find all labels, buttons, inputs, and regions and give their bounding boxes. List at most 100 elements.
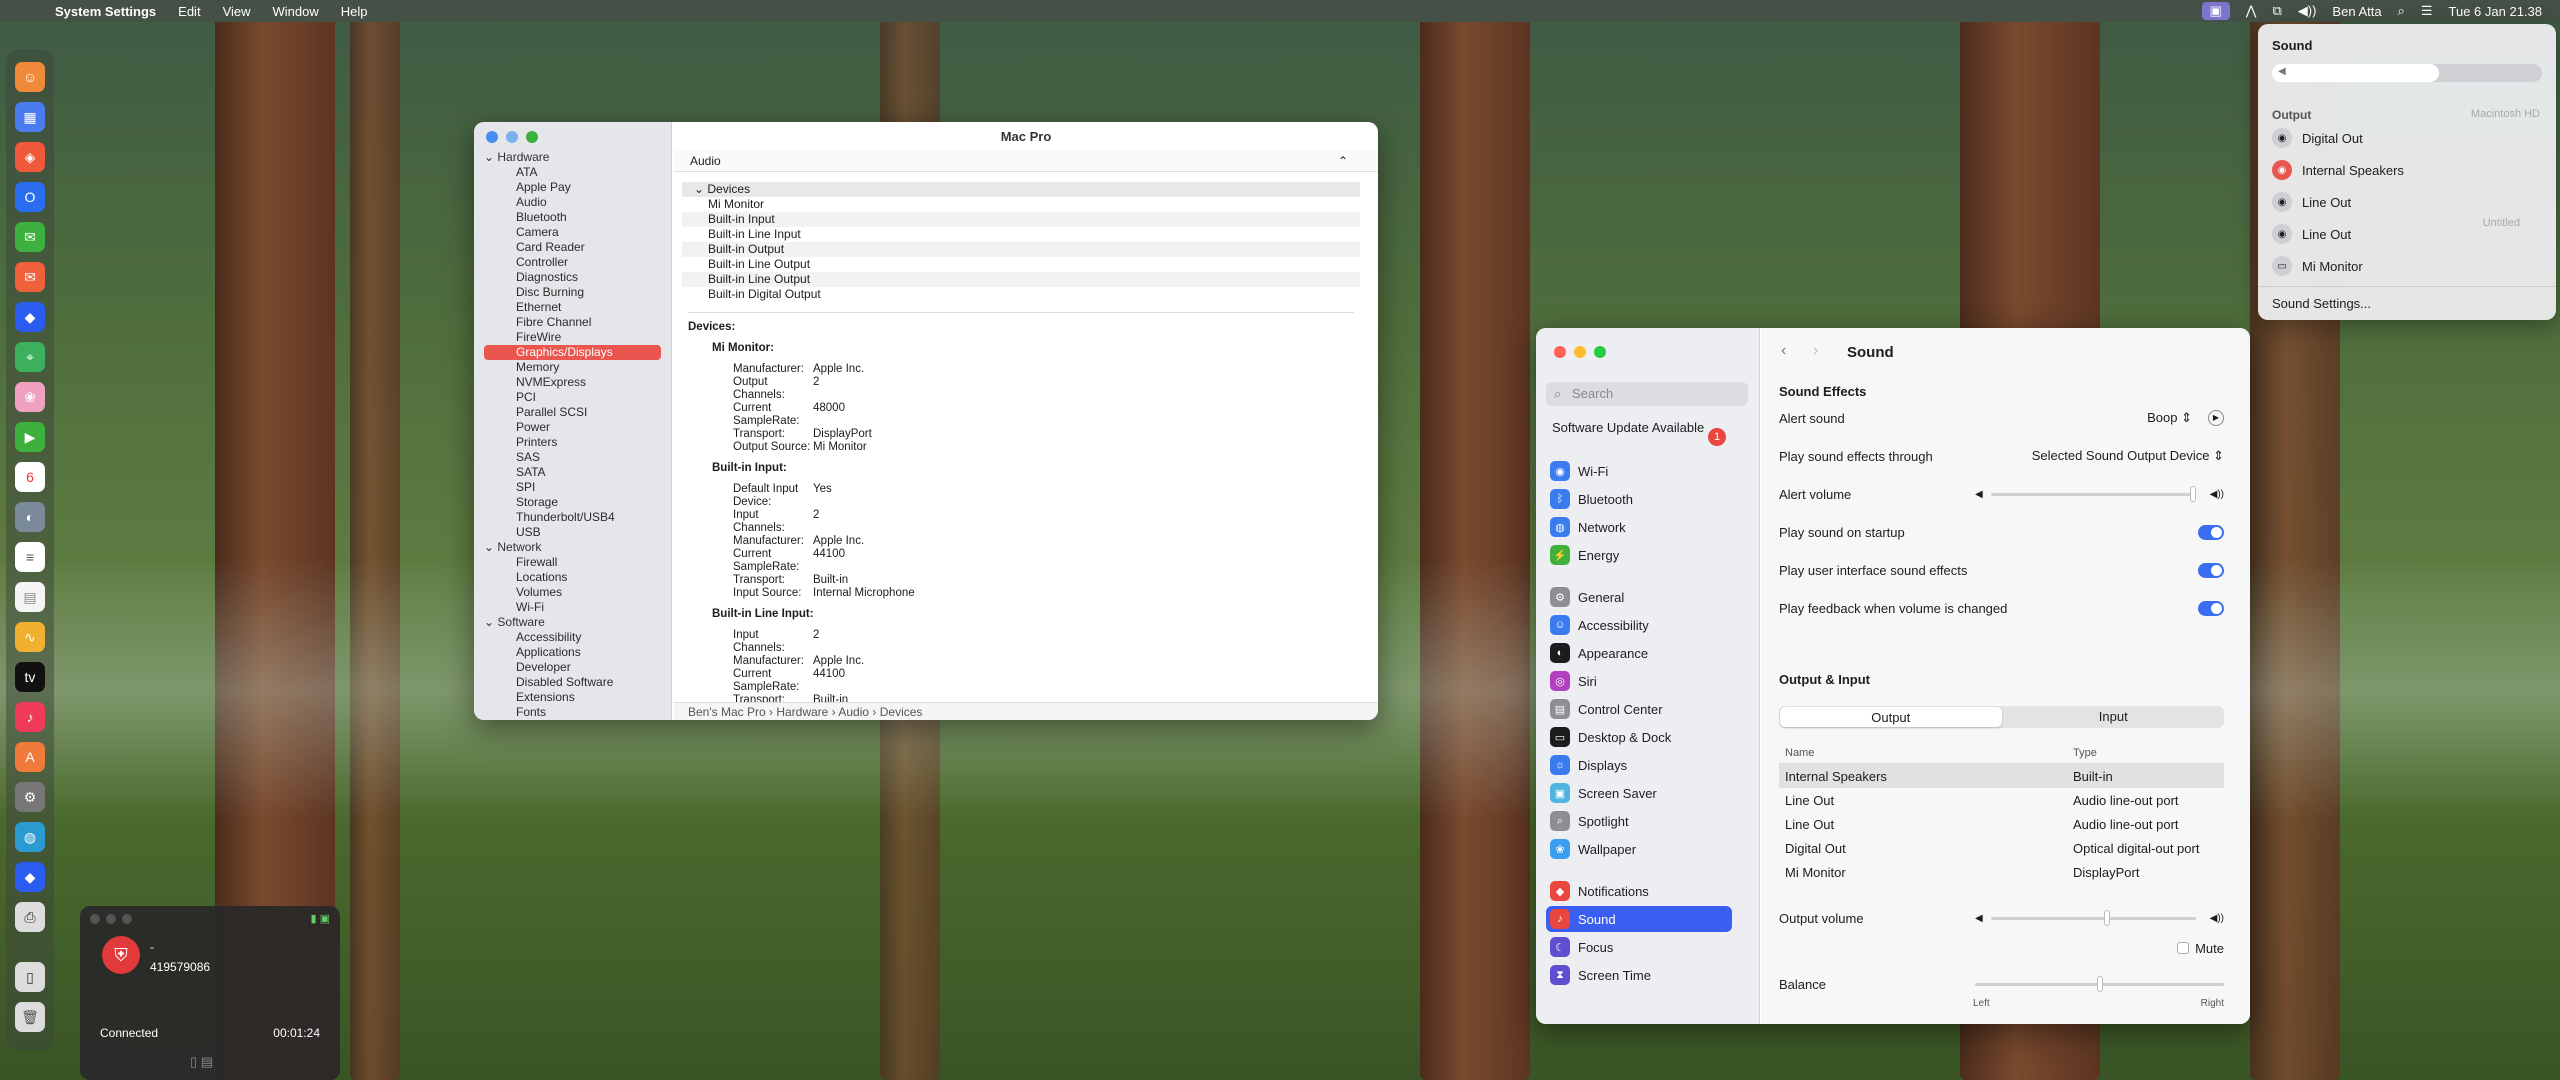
tree-item[interactable]: Disabled Software bbox=[474, 675, 671, 690]
tree-group[interactable]: ⌄ Software bbox=[474, 615, 671, 630]
sound-output-item[interactable]: ◉ Line Out bbox=[2266, 188, 2548, 216]
zoom-button[interactable] bbox=[526, 131, 538, 143]
play-icon[interactable]: ▶ bbox=[2208, 410, 2224, 426]
launchpad-icon[interactable]: ▦ bbox=[15, 102, 45, 132]
tree-item[interactable]: Thunderbolt/USB4 bbox=[474, 510, 671, 525]
disclosure-icon[interactable]: ⌄ bbox=[484, 540, 497, 554]
tree-item[interactable]: Apple Pay bbox=[474, 180, 671, 195]
safari-icon[interactable]: ◈ bbox=[15, 142, 45, 172]
freeform-icon[interactable]: ∿ bbox=[15, 622, 45, 652]
menu-view[interactable]: View bbox=[212, 4, 262, 19]
tree-item[interactable]: ATA bbox=[474, 165, 671, 180]
devices-group[interactable]: ⌄ Devices bbox=[682, 182, 1360, 197]
tree-item[interactable]: Fonts bbox=[474, 705, 671, 720]
notes-icon[interactable]: ▤ bbox=[15, 582, 45, 612]
tv-icon[interactable]: tv bbox=[15, 662, 45, 692]
tree-item[interactable]: Extensions bbox=[474, 690, 671, 705]
tree-item[interactable]: Fibre Channel bbox=[474, 315, 671, 330]
app2-icon[interactable]: ◆ bbox=[15, 862, 45, 892]
maps-icon[interactable]: ⌖ bbox=[15, 342, 45, 372]
tree-item[interactable]: USB bbox=[474, 525, 671, 540]
zoom-button[interactable] bbox=[122, 914, 132, 924]
clock[interactable]: Tue 6 Jan 21.38 bbox=[2449, 4, 2542, 19]
sidebar-item-network[interactable]: ◍ Network bbox=[1546, 514, 1732, 540]
table-row[interactable]: Line Out Audio line-out port bbox=[1779, 812, 2224, 836]
printer-icon[interactable]: ⎙ bbox=[15, 902, 45, 932]
tree-item[interactable]: Accessibility bbox=[474, 630, 671, 645]
tree-item[interactable]: Disc Burning bbox=[474, 285, 671, 300]
volume-slider[interactable]: ◀ bbox=[2272, 64, 2542, 82]
tree-item[interactable]: Volumes bbox=[474, 585, 671, 600]
table-row[interactable]: Line Out Audio line-out port bbox=[1779, 788, 2224, 812]
section-header[interactable]: Audio ⌃ bbox=[674, 150, 1378, 172]
tree-item[interactable]: Ethernet bbox=[474, 300, 671, 315]
breadcrumb-item[interactable]: Devices bbox=[880, 705, 923, 719]
tree-item[interactable]: Audio bbox=[474, 195, 671, 210]
breadcrumb-item[interactable]: Audio bbox=[838, 705, 869, 719]
alert-volume-knob[interactable] bbox=[2190, 486, 2196, 502]
browser-icon[interactable]: ◍ bbox=[15, 822, 45, 852]
ui-effects-toggle[interactable] bbox=[2198, 562, 2224, 578]
sound-output-item[interactable]: ▭ Mi Monitor bbox=[2266, 252, 2548, 280]
search-input[interactable]: ⌕ Search bbox=[1546, 382, 1748, 406]
sidebar-item-energy[interactable]: ⚡ Energy bbox=[1546, 542, 1732, 568]
back-button[interactable]: ‹ bbox=[1781, 342, 1786, 360]
tab-input[interactable]: Input bbox=[2003, 706, 2225, 728]
tab-output[interactable]: Output bbox=[1780, 707, 2002, 727]
play-through-select[interactable]: Selected Sound Output Device ⇕ bbox=[2032, 448, 2224, 464]
tree-item[interactable]: Printers bbox=[474, 435, 671, 450]
tree-item[interactable]: Bluetooth bbox=[474, 210, 671, 225]
display-icon[interactable]: ⧉ bbox=[2272, 3, 2281, 19]
breadcrumb-item[interactable]: Ben's Mac Pro bbox=[688, 705, 766, 719]
control-center-icon[interactable]: ☰ bbox=[2421, 3, 2433, 19]
device-row[interactable]: Built-in Line Output bbox=[682, 272, 1360, 287]
sound-output-item[interactable]: ◉ Internal Speakers bbox=[2266, 156, 2548, 184]
contacts-icon[interactable]: ◐ bbox=[15, 502, 45, 532]
close-button[interactable] bbox=[90, 914, 100, 924]
tree-item[interactable]: Applications bbox=[474, 645, 671, 660]
output-volume-slider[interactable] bbox=[1991, 910, 2196, 926]
tree-item[interactable]: Locations bbox=[474, 570, 671, 585]
sidebar-item-screen-saver[interactable]: ▣ Screen Saver bbox=[1546, 780, 1732, 806]
sidebar-item-notifications[interactable]: ◆ Notifications bbox=[1546, 878, 1732, 904]
finder-icon[interactable]: ☺ bbox=[15, 62, 45, 92]
menu-window[interactable]: Window bbox=[262, 4, 330, 19]
alert-sound-select[interactable]: Boop ⇕ bbox=[2147, 410, 2192, 426]
sidebar-item-desktop-dock[interactable]: ▭ Desktop & Dock bbox=[1546, 724, 1732, 750]
spotlight-icon[interactable]: ⌕ bbox=[2398, 3, 2405, 19]
tree-group[interactable]: ⌄ Network bbox=[474, 540, 671, 555]
call-actions-icon[interactable]: ▯ ▤ bbox=[190, 1054, 213, 1070]
close-button[interactable] bbox=[1554, 346, 1566, 358]
sidebar-item-accessibility[interactable]: ☺ Accessibility bbox=[1546, 612, 1732, 638]
sidebar-item-focus[interactable]: ☾ Focus bbox=[1546, 934, 1732, 960]
device-row[interactable]: Built-in Line Input bbox=[682, 227, 1360, 242]
reminders-icon[interactable]: ≡ bbox=[15, 542, 45, 572]
app-store-icon[interactable]: A bbox=[15, 742, 45, 772]
messages-icon[interactable]: ✉ bbox=[15, 222, 45, 252]
tree-item[interactable]: SPI bbox=[474, 480, 671, 495]
close-button[interactable] bbox=[486, 131, 498, 143]
tree-item[interactable]: Diagnostics bbox=[474, 270, 671, 285]
tree-item[interactable]: NVMExpress bbox=[474, 375, 671, 390]
mute-checkbox[interactable] bbox=[2177, 942, 2190, 954]
menu-help[interactable]: Help bbox=[330, 4, 379, 19]
table-row[interactable]: Internal Speakers Built-in bbox=[1779, 764, 2224, 788]
sidebar-item-wallpaper[interactable]: ❀ Wallpaper bbox=[1546, 836, 1732, 862]
sidebar-item-sound[interactable]: ♪ Sound bbox=[1546, 906, 1732, 932]
sidebar-item-control-center[interactable]: ▤ Control Center bbox=[1546, 696, 1732, 722]
output-volume-knob[interactable] bbox=[2103, 910, 2110, 926]
tree-item[interactable]: Memory bbox=[474, 360, 671, 375]
sidebar-item-appearance[interactable]: ◐ Appearance bbox=[1546, 640, 1732, 666]
opera-icon[interactable]: O bbox=[15, 182, 45, 212]
music-icon[interactable]: ♪ bbox=[15, 702, 45, 732]
sidebar-item-general[interactable]: ⚙ General bbox=[1546, 584, 1732, 610]
breadcrumb-item[interactable]: Hardware bbox=[776, 705, 828, 719]
sound-settings-item[interactable]: Sound Settings... bbox=[2272, 296, 2371, 311]
menu-edit[interactable]: Edit bbox=[167, 4, 211, 19]
device-row[interactable]: Built-in Output bbox=[682, 242, 1360, 257]
tree-group[interactable]: ⌄ Hardware bbox=[474, 150, 671, 165]
tree-item[interactable]: Controller bbox=[474, 255, 671, 270]
tree-item[interactable]: Graphics/Displays bbox=[484, 345, 661, 360]
sidebar-item-wi-fi[interactable]: ◉ Wi-Fi bbox=[1546, 458, 1732, 484]
disclosure-icon[interactable]: ⌄ bbox=[484, 615, 497, 629]
